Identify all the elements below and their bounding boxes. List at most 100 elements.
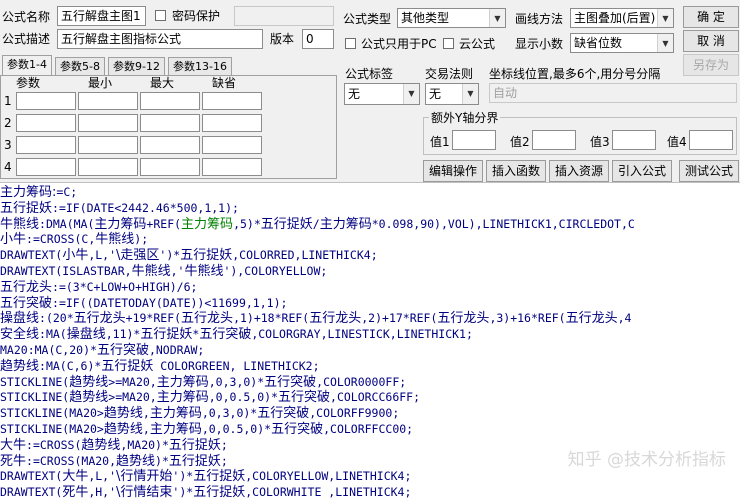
param-cell[interactable] xyxy=(140,114,200,132)
trade-rule-label: 交易法则 xyxy=(425,67,474,81)
code-line: DRAWTEXT(ISLASTBAR,牛熊线,'牛熊线'),COLORYELLO… xyxy=(0,263,327,279)
code-token: 趋势线 xyxy=(69,390,109,406)
formula-desc-input[interactable]: 五行解盘主图指标公式 xyxy=(57,29,263,49)
test-formula-button[interactable]: 测试公式 xyxy=(679,160,739,182)
y-value-2-input[interactable] xyxy=(532,130,576,150)
code-token: ,L,' xyxy=(88,469,117,484)
coord-line-input[interactable]: 自动 xyxy=(489,83,737,103)
version-input[interactable]: 0 xyxy=(302,29,334,49)
cancel-button[interactable]: 取 消 xyxy=(683,30,739,52)
insert-function-button[interactable]: 插入函数 xyxy=(486,160,546,182)
code-token: :DMA(MA( xyxy=(39,216,95,231)
param-cell[interactable] xyxy=(78,136,138,154)
code-token: 五行龙头 xyxy=(437,311,490,327)
code-line: STICKLINE(趋势线>=MA20,主力筹码,0,0.5,0)*五行突破,C… xyxy=(0,389,420,405)
code-token: :MA(C,6)* xyxy=(39,358,102,373)
code-token: 大牛 xyxy=(0,437,27,453)
code-token: 牛熊线 xyxy=(0,216,40,232)
chevron-down-icon: ▼ xyxy=(657,9,673,27)
param-cell[interactable] xyxy=(16,92,76,110)
param-cell[interactable] xyxy=(16,114,76,132)
code-token: :=(3*C+LOW+O+HIGH)/6; xyxy=(52,279,198,294)
cloud-formula-checkbox[interactable] xyxy=(443,38,454,49)
code-token: +REF( xyxy=(146,216,182,231)
code-token: 主力筹码 xyxy=(156,390,209,406)
code-token: 五行突破 xyxy=(96,343,149,358)
param-header-default: 缺省 xyxy=(212,76,237,90)
code-token: :=IF(DATE<2442.46*500,1,1); xyxy=(52,200,239,215)
insert-resource-button[interactable]: 插入资源 xyxy=(549,160,609,182)
y-value-1-input[interactable] xyxy=(452,130,496,150)
param-cell[interactable] xyxy=(78,158,138,176)
code-token: 牛熊线 xyxy=(184,264,224,279)
formula-name-input[interactable]: 五行解盘主图1 xyxy=(57,6,146,26)
ok-button[interactable]: 确 定 xyxy=(683,6,739,28)
code-token: ,0,0.5,0)* xyxy=(208,390,278,405)
password-checkbox[interactable] xyxy=(155,10,166,21)
param-cell[interactable] xyxy=(202,114,262,132)
code-token: ,COLORGRAY,LINESTICK,LINETHICK1; xyxy=(251,327,473,342)
code-token: ,4 xyxy=(617,311,632,326)
formula-type-select[interactable]: 其他类型 ▼ xyxy=(397,8,506,28)
password-input[interactable] xyxy=(234,6,334,26)
draw-method-select[interactable]: 主图叠加(后置) ▼ xyxy=(570,8,674,28)
formula-name-label: 公式名称 xyxy=(2,10,51,24)
param-cell[interactable] xyxy=(16,136,76,154)
draw-method-value: 主图叠加(后置) xyxy=(574,11,656,25)
tab-params-5-8[interactable]: 参数5-8 xyxy=(55,57,105,75)
formula-type-value: 其他类型 xyxy=(401,11,450,25)
code-token: ,COLORWHITE ,LINETHICK4; xyxy=(245,485,412,500)
code-token: ; xyxy=(220,437,228,452)
code-token: STICKLINE( xyxy=(0,374,70,389)
formula-tag-label: 公式标签 xyxy=(345,67,394,81)
code-token: 趋势线 xyxy=(69,374,109,390)
code-token: DRAWTEXT(ISLASTBAR, xyxy=(0,264,132,278)
code-token: 趋势线 xyxy=(116,453,156,469)
code-line: DRAWTEXT(死牛,H,'\行情结束')*五行捉妖,COLORWHITE ,… xyxy=(0,484,411,500)
code-token: \行情结束 xyxy=(116,485,173,501)
y-value-4-input[interactable] xyxy=(689,130,733,150)
code-token: 五行捉妖 xyxy=(193,469,246,485)
code-token: STICKLINE(MA20> xyxy=(0,422,104,436)
tab-params-13-16[interactable]: 参数13-16 xyxy=(168,57,232,75)
code-token: ')* xyxy=(159,248,181,263)
formula-tag-select[interactable]: 无 ▼ xyxy=(344,83,420,105)
param-cell[interactable] xyxy=(78,92,138,110)
edit-operation-button[interactable]: 编辑操作 xyxy=(423,160,483,182)
param-cell[interactable] xyxy=(202,136,262,154)
decimals-label: 显示小数 xyxy=(515,37,564,51)
coord-line-label: 坐标线位置,最多6个,用分号分隔 xyxy=(489,67,661,81)
code-token: 主力筹码: xyxy=(0,185,57,200)
code-token: ,1)+18*REF( xyxy=(233,311,310,326)
version-label: 版本 xyxy=(270,32,295,46)
code-token: 五行龙头 xyxy=(309,311,362,327)
param-cell[interactable] xyxy=(140,92,200,110)
param-cell[interactable] xyxy=(140,158,200,176)
y-value-3-input[interactable] xyxy=(612,130,656,150)
code-token: 五行捉妖 xyxy=(140,327,193,343)
pc-only-checkbox[interactable] xyxy=(345,38,356,49)
param-cell[interactable] xyxy=(202,158,262,176)
param-cell[interactable] xyxy=(16,158,76,176)
save-as-button[interactable]: 另存为 xyxy=(683,54,739,76)
code-token: ,COLORRED,LINETHICK4; xyxy=(232,248,378,263)
cloud-formula-label: 云公式 xyxy=(459,37,496,51)
code-token: 操盘线 xyxy=(0,311,40,327)
formula-desc-label: 公式描述 xyxy=(2,32,51,46)
code-token: ')* xyxy=(172,485,194,500)
tab-params-1-4[interactable]: 参数1-4 xyxy=(2,55,52,76)
decimals-select[interactable]: 缺省位数 ▼ xyxy=(570,33,674,53)
code-token: , xyxy=(142,422,150,436)
code-token: ,11)* xyxy=(105,327,141,342)
trade-rule-select[interactable]: 无 ▼ xyxy=(425,83,479,105)
param-cell[interactable] xyxy=(202,92,262,110)
tab-params-9-12[interactable]: 参数9-12 xyxy=(108,57,165,75)
code-token: 五行突破 xyxy=(278,390,331,406)
code-token: / xyxy=(312,216,320,231)
code-line: 五行捉妖:=IF(DATE<2442.46*500,1,1); xyxy=(0,200,239,216)
import-formula-button[interactable]: 引入公式 xyxy=(612,160,672,182)
code-line: STICKLINE(MA20>趋势线,主力筹码,0,3,0)*五行突破,COLO… xyxy=(0,405,399,421)
code-token: 五行捉妖 xyxy=(180,248,233,264)
param-cell[interactable] xyxy=(78,114,138,132)
param-cell[interactable] xyxy=(140,136,200,154)
